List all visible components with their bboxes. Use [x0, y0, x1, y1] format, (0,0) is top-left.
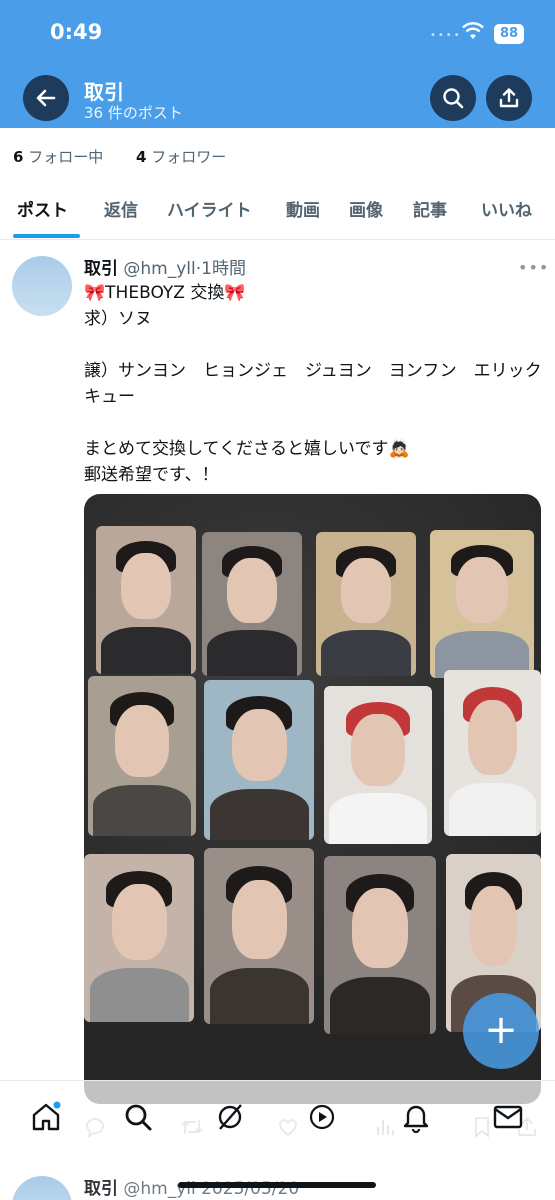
photocard [96, 526, 196, 674]
back-button[interactable] [23, 75, 69, 121]
status-bar: 0:49 •••• 88 [0, 0, 555, 70]
grok-icon[interactable] [214, 1101, 246, 1133]
tab-articles[interactable]: 記事 [413, 196, 447, 221]
photocard [84, 854, 194, 1022]
bottom-navigation [0, 1080, 555, 1150]
post-header: 取引 @hm_yll·1時間 [84, 254, 246, 279]
tab-highlights[interactable]: ハイライト [167, 196, 252, 221]
status-time: 0:49 [50, 20, 103, 44]
post-line: 郵送希望です、！ [84, 465, 219, 485]
share-button[interactable] [486, 75, 532, 121]
avatar[interactable] [12, 256, 72, 316]
photocard [444, 670, 541, 836]
photocard [202, 532, 302, 676]
profile-stats: 6 フォロー中 4 フォロワー [13, 146, 254, 167]
post-count: 36 件のポスト [84, 104, 183, 122]
following-label: フォロー中 [28, 148, 104, 166]
followers-link[interactable]: 4 フォロワー [136, 148, 240, 166]
compose-button[interactable]: + [463, 993, 539, 1069]
arrow-left-icon [36, 89, 56, 107]
following-count: 6 [13, 148, 24, 166]
followers-label: フォロワー [151, 148, 227, 166]
home-icon[interactable] [30, 1101, 62, 1133]
post-text: 🎀THEBOYZ 交換🎀 求）ソヌ 譲）サンヨン ヒョンジェ ジュヨン ヨンフン… [84, 280, 555, 488]
post-line [84, 332, 544, 358]
post-line: まとめて交換してくださると嬉しいです🙇🏻 [84, 439, 410, 459]
tab-likes[interactable]: いいね [481, 196, 532, 221]
notifications-icon[interactable] [400, 1101, 432, 1133]
following-link[interactable]: 6 フォロー中 [13, 148, 117, 166]
post-line: 🎀THEBOYZ 交換🎀 [84, 283, 246, 303]
post-line [84, 410, 544, 436]
photocard [316, 532, 416, 676]
post-line: 求）ソヌ [84, 309, 152, 329]
tab-posts[interactable]: ポスト [17, 196, 68, 221]
profile-title: 取引 [84, 80, 124, 104]
home-indicator [178, 1182, 376, 1188]
author-name[interactable]: 取引 [84, 1179, 118, 1199]
author-handle[interactable]: @hm_yll [123, 259, 195, 279]
photocard [204, 680, 314, 840]
share-icon [499, 88, 519, 108]
search-icon [443, 88, 464, 109]
tab-images[interactable]: 画像 [349, 196, 383, 221]
photocard [324, 856, 436, 1034]
signal-icon: •••• [430, 30, 462, 41]
avatar[interactable] [12, 1176, 72, 1200]
play-icon[interactable] [308, 1103, 336, 1131]
active-tab-indicator [13, 234, 80, 238]
author-name[interactable]: 取引 [84, 259, 118, 279]
tab-videos[interactable]: 動画 [286, 196, 320, 221]
post-time[interactable]: 1時間 [201, 259, 246, 279]
tab-replies[interactable]: 返信 [104, 196, 138, 221]
messages-icon[interactable] [492, 1101, 524, 1133]
photocard [430, 530, 534, 678]
search-icon[interactable] [122, 1101, 154, 1133]
more-options-icon[interactable]: ••• [518, 258, 549, 277]
profile-tabs: ポスト 返信 ハイライト 動画 画像 記事 いいね [0, 178, 555, 240]
wifi-icon [462, 22, 484, 44]
post-line: 譲）サンヨン ヒョンジェ ジュヨン ヨンフン エリック キュー [84, 361, 555, 407]
photocard [204, 848, 314, 1024]
search-button[interactable] [430, 75, 476, 121]
photocard [324, 686, 432, 844]
battery-indicator: 88 [494, 24, 524, 44]
top-header: 0:49 •••• 88 取引 36 件のポスト [0, 0, 555, 128]
photocard [88, 676, 196, 836]
followers-count: 4 [136, 148, 147, 166]
